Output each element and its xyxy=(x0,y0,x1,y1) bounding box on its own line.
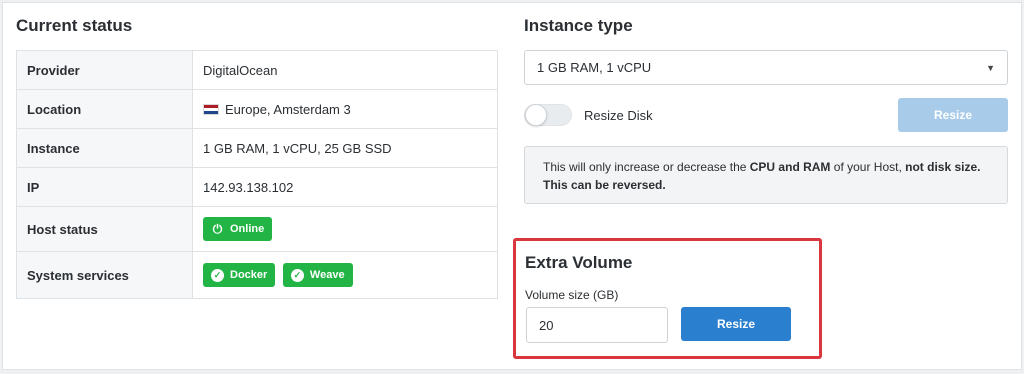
instance-type-title: Instance type xyxy=(524,16,633,35)
current-status-title: Current status xyxy=(16,16,133,35)
instance-type-select[interactable]: 1 GB RAM, 1 vCPU ▼ xyxy=(524,50,1008,85)
resize-disk-toggle[interactable] xyxy=(524,104,572,126)
instance-value: 1 GB RAM, 1 vCPU, 25 GB SSD xyxy=(192,128,498,168)
volume-size-label: Volume size (GB) xyxy=(525,288,619,302)
notice-bold: not disk size. xyxy=(905,160,981,174)
row-label: Instance xyxy=(16,128,193,168)
row-label: IP xyxy=(16,167,193,207)
volume-size-input[interactable] xyxy=(526,307,668,343)
notice-text: This will only increase or decrease the xyxy=(543,160,750,174)
ip-value: 142.93.138.102 xyxy=(192,167,498,207)
resize-notice: This will only increase or decrease the … xyxy=(524,146,1008,204)
provider-value: DigitalOcean xyxy=(203,62,278,78)
instance-type-selected-value: 1 GB RAM, 1 vCPU xyxy=(537,60,652,75)
weave-badge: ✓ Weave xyxy=(282,263,353,287)
power-icon: ⏻ xyxy=(212,222,223,236)
row-label: Location xyxy=(16,89,193,129)
extra-volume-title: Extra Volume xyxy=(525,253,633,272)
host-status-badge: ⏻ Online xyxy=(203,217,273,241)
row-label: Provider xyxy=(16,50,193,90)
table-row: Location Europe, Amsterdam 3 xyxy=(16,89,498,129)
instance-resize-button[interactable]: Resize xyxy=(898,98,1008,132)
badge-label: Docker xyxy=(230,269,268,281)
notice-text: of your Host, xyxy=(830,160,906,174)
check-circle-icon: ✓ xyxy=(211,268,224,282)
row-label: Host status xyxy=(16,206,193,252)
badge-label: Weave xyxy=(309,269,345,281)
netherlands-flag-icon xyxy=(203,103,219,115)
location-value: Europe, Amsterdam 3 xyxy=(225,101,351,117)
volume-resize-button[interactable]: Resize xyxy=(681,307,791,341)
toggle-knob xyxy=(525,104,547,126)
table-row: IP 142.93.138.102 xyxy=(16,167,498,207)
resize-disk-label: Resize Disk xyxy=(584,108,653,123)
caret-down-icon: ▼ xyxy=(986,62,995,73)
badge-label: Online xyxy=(230,223,265,235)
table-row: System services ✓ Docker ✓ Weave xyxy=(16,251,498,299)
notice-bold: CPU and RAM xyxy=(749,160,831,174)
check-circle-icon: ✓ xyxy=(290,268,304,282)
table-row: Host status ⏻ Online xyxy=(16,206,498,252)
current-status-table: Provider DigitalOcean Location Europe, A… xyxy=(16,50,498,299)
docker-badge: ✓ Docker xyxy=(203,263,276,287)
notice-bold: This can be reversed. xyxy=(543,178,666,192)
table-row: Provider DigitalOcean xyxy=(16,50,498,90)
row-label: System services xyxy=(16,251,193,299)
table-row: Instance 1 GB RAM, 1 vCPU, 25 GB SSD xyxy=(16,128,498,168)
